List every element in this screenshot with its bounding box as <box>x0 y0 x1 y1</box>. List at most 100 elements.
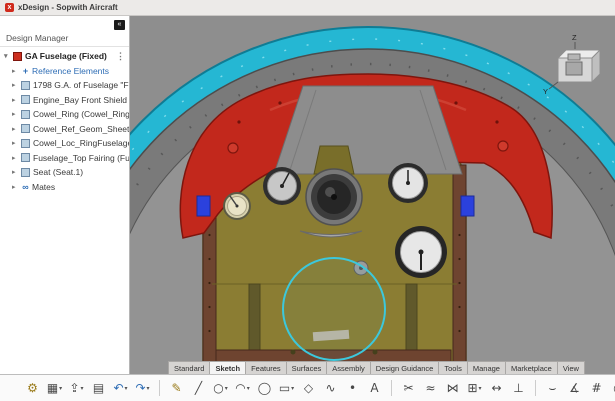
collapse-panel-icon[interactable]: « <box>114 20 125 30</box>
view-orientation-icon[interactable]: ◎ <box>610 378 615 398</box>
bottom-toolbar: ⚙ ▦▾ ⇪▾ ▤ ↶▾ ↷▾ ✎ ╱ ○▾ ◠▾ ◯ ▭▾ ◇ ∿ • A ✂… <box>0 374 615 401</box>
tree-item-reference-elements[interactable]: ▸ + Reference Elements <box>0 64 129 79</box>
tree-item[interactable]: ▸ Cowel_Loc_RingFuselage_Side... <box>0 136 129 151</box>
caret-down-icon: ▾ <box>59 385 62 392</box>
tab-standard[interactable]: Standard <box>168 361 210 374</box>
window-title: xDesign - Sopwith Aircraft <box>18 3 118 12</box>
cowl-fastener-left <box>228 143 238 153</box>
gauge-small-left[interactable] <box>224 193 250 219</box>
redo-icon[interactable]: ↷▾ <box>134 378 151 398</box>
point-icon[interactable]: • <box>344 378 361 398</box>
root-component-icon <box>13 52 22 61</box>
mirror-icon[interactable]: ⋈ <box>444 378 461 398</box>
expand-arrow-icon[interactable]: ▸ <box>12 154 21 162</box>
feature-tree: ▾ GA Fuselage (Fixed) ⋮ ▸ + Reference El… <box>0 47 129 194</box>
caret-down-icon: ▾ <box>291 385 294 392</box>
tree-item-label: Cowel_Ref_Geom_Sheetmetal (... <box>33 124 129 134</box>
app-logo-icon: x <box>5 3 14 12</box>
constraint-icon[interactable]: ⊥ <box>510 378 527 398</box>
offset-icon[interactable]: ≈ <box>422 378 439 398</box>
gauge-upper-right[interactable] <box>388 163 428 203</box>
gauge-upper-left[interactable] <box>263 167 301 205</box>
tree-item[interactable]: ▸ Seat (Seat.1) <box>0 165 129 180</box>
caret-down-icon: ▾ <box>125 385 128 392</box>
kebab-menu-icon[interactable]: ⋮ <box>116 51 129 62</box>
tree-item-label: Cowel_Ring (Cowel_Ring.1) <box>33 109 129 119</box>
expand-arrow-icon[interactable]: ▸ <box>12 81 21 89</box>
text-icon[interactable]: A <box>366 378 383 398</box>
grid-icon[interactable]: # <box>588 378 605 398</box>
expand-arrow-icon[interactable]: ▸ <box>12 67 21 75</box>
center-fairing[interactable] <box>274 86 462 174</box>
spline-icon[interactable]: ∿ <box>322 378 339 398</box>
tree-item[interactable]: ▸ Engine_Bay Front Shield Sub-A... <box>0 93 129 108</box>
tab-features[interactable]: Features <box>245 361 287 374</box>
rectangle-icon[interactable]: ▭▾ <box>278 378 295 398</box>
sketch-pencil-icon[interactable]: ✎ <box>168 378 185 398</box>
expand-arrow-icon[interactable]: ▸ <box>12 125 21 133</box>
sketch-circle[interactable] <box>283 258 385 360</box>
tab-design-guidance[interactable]: Design Guidance <box>370 361 440 374</box>
tab-assembly[interactable]: Assembly <box>326 361 371 374</box>
tab-view[interactable]: View <box>557 361 585 374</box>
selection-handle-left[interactable] <box>197 196 210 216</box>
trim-icon[interactable]: ✂ <box>400 378 417 398</box>
tab-tools[interactable]: Tools <box>438 361 468 374</box>
circle-icon[interactable]: ○▾ <box>212 378 229 398</box>
component-icon <box>21 124 30 133</box>
tab-surfaces[interactable]: Surfaces <box>286 361 328 374</box>
tree-item[interactable]: ▸ 1798 G.A. of Fuselage "Fixed E... <box>0 78 129 93</box>
ellipse-icon[interactable]: ◯ <box>256 378 273 398</box>
expand-arrow-icon[interactable]: ▸ <box>12 168 21 176</box>
selection-handle-right[interactable] <box>461 196 474 216</box>
caret-down-icon: ▾ <box>81 385 84 392</box>
reference-axes-icon: + <box>21 66 30 76</box>
pattern-icon[interactable]: ⊞▾ <box>466 378 483 398</box>
ribbon-tab-bar: Standard Sketch Features Surfaces Assemb… <box>168 361 584 374</box>
cowl-fastener-right <box>498 141 508 151</box>
component-icon <box>21 110 30 119</box>
dimension-icon[interactable]: ↔ <box>488 378 505 398</box>
tab-sketch[interactable]: Sketch <box>209 361 246 374</box>
caret-down-icon: ▾ <box>147 385 150 392</box>
tree-item[interactable]: ▸ Fuselage_Top Fairing (Fuselage... <box>0 151 129 166</box>
tree-item-label: Engine_Bay Front Shield Sub-A... <box>33 95 129 105</box>
save-icon[interactable]: ▦▾ <box>46 378 63 398</box>
component-icon <box>21 95 30 104</box>
tree-item-label: GA Fuselage (Fixed) <box>25 51 107 61</box>
print-icon[interactable]: ▤ <box>90 378 107 398</box>
tree-item-label: Reference Elements <box>32 66 109 76</box>
tree-item-label: Seat (Seat.1) <box>33 167 83 177</box>
convert-icon[interactable]: ⌣ <box>544 378 561 398</box>
expand-arrow-icon[interactable]: ▾ <box>4 52 13 60</box>
tree-item[interactable]: ▸ Cowel_Ring (Cowel_Ring.1) <box>0 107 129 122</box>
expand-arrow-icon[interactable]: ▸ <box>12 96 21 104</box>
tree-item-root[interactable]: ▾ GA Fuselage (Fixed) ⋮ <box>0 49 129 64</box>
export-icon[interactable]: ⇪▾ <box>68 378 85 398</box>
tab-manage[interactable]: Manage <box>467 361 506 374</box>
undo-icon[interactable]: ↶▾ <box>112 378 129 398</box>
assembly-icon[interactable]: ⚙ <box>24 378 41 398</box>
arc-icon[interactable]: ◠▾ <box>234 378 251 398</box>
line-icon[interactable]: ╱ <box>190 378 207 398</box>
toolbar-divider <box>535 380 536 396</box>
expand-arrow-icon[interactable]: ▸ <box>12 110 21 118</box>
expand-arrow-icon[interactable]: ▸ <box>12 139 21 147</box>
polygon-icon[interactable]: ◇ <box>300 378 317 398</box>
model-canvas[interactable]: Z Y <box>130 16 615 374</box>
design-manager-panel: « Design Manager ▾ GA Fuselage (Fixed) ⋮… <box>0 16 130 374</box>
design-manager-title: Design Manager <box>0 31 129 47</box>
gauge-center-dark[interactable] <box>306 169 362 225</box>
caret-down-icon: ▾ <box>225 385 228 392</box>
tree-item-label: 1798 G.A. of Fuselage "Fixed E... <box>33 80 129 90</box>
component-icon <box>21 153 30 162</box>
viewport-3d[interactable]: Z Y <box>130 16 615 374</box>
axis-y-label: Y <box>543 87 548 96</box>
tree-item[interactable]: ▸ Cowel_Ref_Geom_Sheetmetal (... <box>0 122 129 137</box>
toolbar-divider <box>391 380 392 396</box>
measure-icon[interactable]: ∡ <box>566 378 583 398</box>
expand-arrow-icon[interactable]: ▸ <box>12 183 21 191</box>
tab-marketplace[interactable]: Marketplace <box>505 361 558 374</box>
tree-item-mates[interactable]: ▸ ∞ Mates <box>0 180 129 195</box>
gauge-large-right[interactable] <box>395 226 447 278</box>
